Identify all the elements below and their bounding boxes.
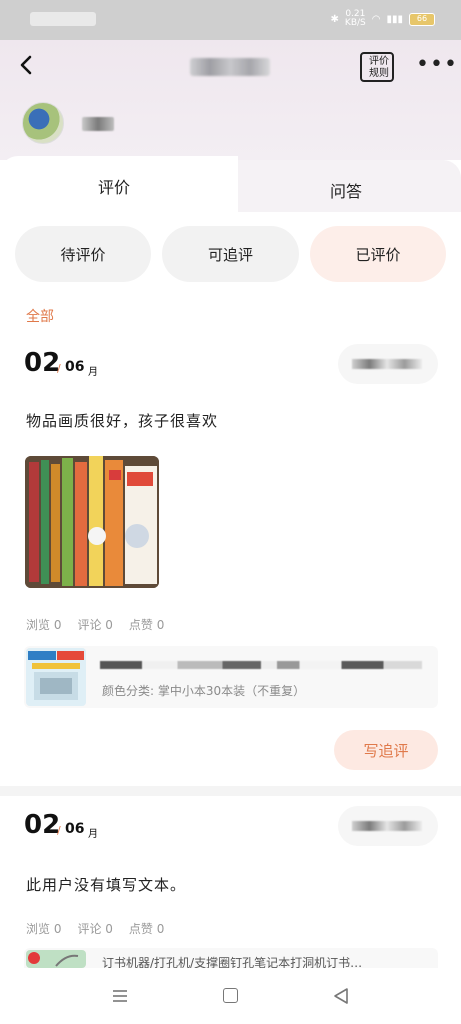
product-thumbnail-image	[28, 952, 79, 967]
review-card: 02 / 06 月 此用户没有填写文本。 浏览 0 评论 0 点赞 0 订书机器…	[0, 796, 461, 968]
chip-can-follow-up[interactable]: 可追评	[162, 226, 299, 282]
store-name-blurred	[352, 359, 422, 369]
tab-reviews-label: 评价	[98, 178, 131, 197]
home-icon[interactable]	[223, 988, 238, 1003]
views-count: 浏览 0	[26, 922, 62, 936]
battery-icon: 66	[409, 12, 435, 26]
review-text: 物品画质很好，孩子很喜欢	[26, 412, 219, 430]
network-speed: 0.21 KB/S	[344, 9, 366, 28]
review-photo-image	[25, 456, 159, 588]
review-date-unit: 月	[88, 367, 98, 378]
review-date-month: 06	[65, 359, 85, 375]
status-bar: ✱ 0.21 KB/S ◠ ▮▮▮ 66	[0, 0, 461, 40]
status-icons: ✱ 0.21 KB/S ◠ ▮▮▮ 66	[331, 10, 435, 28]
review-date-slash: /	[57, 362, 61, 375]
product-thumbnail	[26, 648, 86, 706]
review-date-unit: 月	[88, 829, 98, 840]
product-thumbnail-image	[26, 648, 86, 706]
review-photo[interactable]	[25, 456, 159, 588]
tab-qa[interactable]: 问答	[232, 160, 461, 216]
review-date-day: 02	[24, 348, 61, 378]
bluetooth-icon: ✱	[330, 13, 339, 25]
chip-pending-review-label: 待评价	[60, 245, 106, 264]
page-title-blurred	[190, 58, 270, 76]
status-left-blur	[30, 12, 96, 26]
review-text: 此用户没有填写文本。	[26, 876, 187, 894]
likes-count[interactable]: 点赞 0	[129, 920, 164, 937]
product-name-blurred	[100, 661, 422, 669]
product-row[interactable]: 颜色分类: 掌中小本30本装（不重复）	[24, 646, 438, 708]
section-divider	[0, 786, 461, 796]
chip-can-follow-up-label: 可追评	[207, 245, 253, 264]
tab-bar: 问答 评价	[0, 156, 461, 216]
tab-reviews[interactable]: 评价	[0, 156, 238, 216]
store-name-blurred	[352, 821, 422, 831]
filter-all-label[interactable]: 全部	[26, 306, 54, 326]
write-followup-label: 写追评	[363, 741, 409, 760]
more-icon[interactable]: •••	[416, 54, 457, 76]
chip-reviewed[interactable]: 已评价	[310, 226, 446, 282]
menu-icon[interactable]	[112, 988, 128, 1004]
review-date-slash: /	[57, 824, 61, 837]
back-triangle-icon[interactable]	[332, 987, 350, 1005]
review-date-day: 02	[24, 810, 61, 840]
product-thumbnail	[26, 950, 86, 968]
chip-pending-review[interactable]: 待评价	[15, 226, 151, 282]
comments-count[interactable]: 评论 0	[77, 616, 112, 633]
signal-icon: ▮▮▮	[386, 13, 403, 25]
store-pill[interactable]	[338, 344, 438, 384]
review-rules-button[interactable]: 评价 规则	[360, 52, 394, 82]
review-rules-label: 评价 规则	[369, 56, 389, 79]
chip-reviewed-label: 已评价	[355, 245, 401, 264]
store-pill[interactable]	[338, 806, 438, 846]
wifi-icon: ◠	[371, 13, 381, 25]
system-nav-bar	[0, 968, 461, 1024]
product-row[interactable]: 订书机器/打孔机/支撑圈钉孔笔记本打洞机订书…	[24, 948, 438, 968]
review-stats: 浏览 0 评论 0 点赞 0	[26, 616, 164, 633]
avatar[interactable]	[22, 102, 64, 144]
write-followup-button[interactable]: 写追评	[334, 730, 438, 770]
username-blurred	[82, 117, 114, 131]
review-stats: 浏览 0 评论 0 点赞 0	[26, 920, 164, 937]
back-icon[interactable]	[16, 54, 38, 76]
comments-count[interactable]: 评论 0	[77, 920, 112, 937]
likes-count[interactable]: 点赞 0	[129, 616, 164, 633]
views-count: 浏览 0	[26, 618, 62, 632]
product-name: 订书机器/打孔机/支撑圈钉孔笔记本打洞机订书…	[102, 956, 363, 968]
tab-qa-label: 问答	[330, 182, 363, 201]
review-date-month: 06	[65, 821, 85, 837]
product-sku: 颜色分类: 掌中小本30本装（不重复）	[102, 684, 306, 698]
filter-chips: 待评价 可追评 已评价	[0, 212, 461, 292]
